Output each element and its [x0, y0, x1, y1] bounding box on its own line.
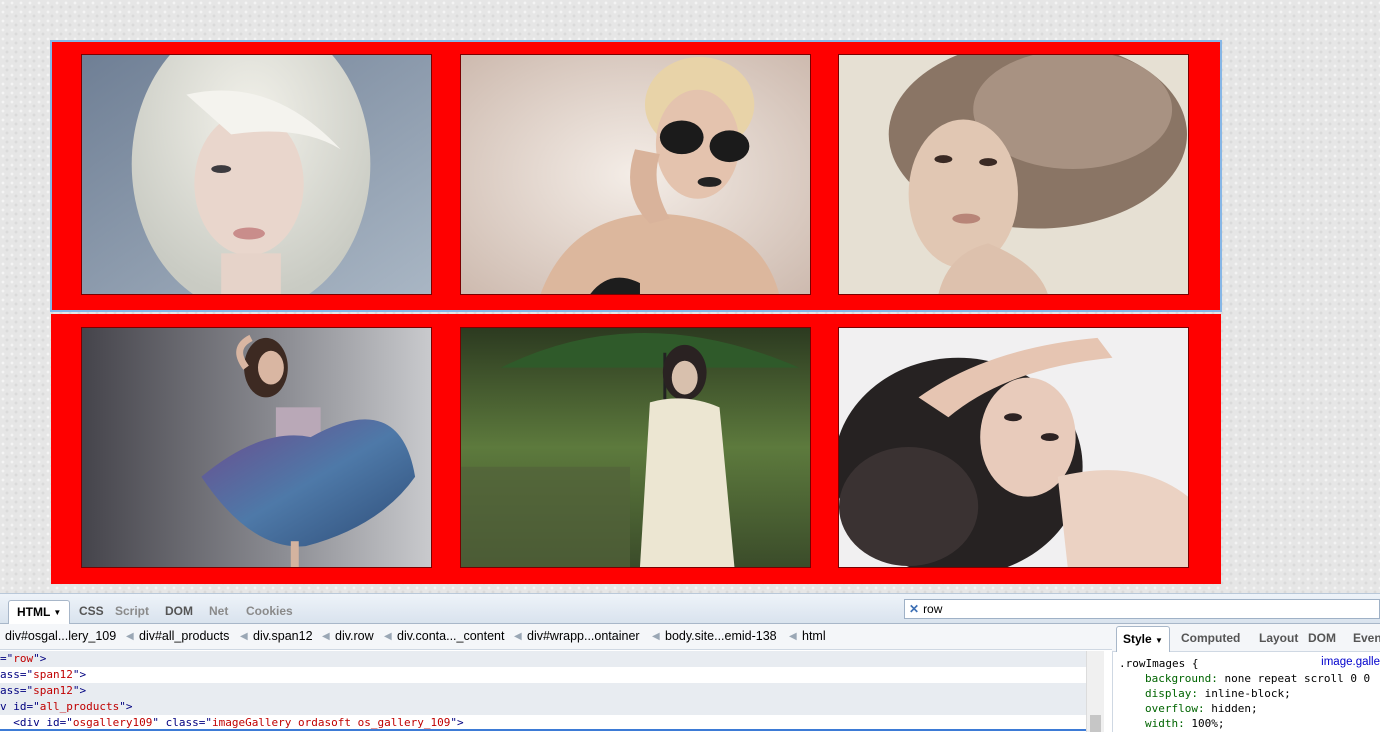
code-text: ">: [450, 716, 464, 729]
breadcrumb-item[interactable]: body.site...emid-138: [665, 624, 777, 649]
html-tree-line[interactable]: v id="all_products">: [0, 699, 1086, 715]
attribute-value: imageGallery ordasoft os_gallery_109: [211, 716, 451, 729]
breadcrumb-item[interactable]: div.conta..._content: [397, 624, 504, 649]
chevron-left-icon: ◀: [652, 631, 660, 642]
breadcrumb-item[interactable]: html: [802, 624, 826, 649]
side-tab-style-label: Style: [1123, 632, 1152, 646]
attribute-value: osgallery109: [72, 716, 153, 729]
code-text: ">: [72, 684, 87, 697]
chevron-left-icon: ◀: [514, 631, 522, 642]
side-tab-dom-label: DOM: [1308, 631, 1336, 645]
gallery-row-1: [50, 40, 1222, 312]
breadcrumb-item[interactable]: div.span12: [253, 624, 313, 649]
gallery-photo-umbrella[interactable]: [460, 327, 811, 568]
chevron-left-icon: ◀: [789, 631, 797, 642]
code-text: ">: [33, 652, 47, 665]
attribute-value: row: [13, 652, 34, 665]
css-rule[interactable]: overflow: hidden;: [1145, 701, 1258, 716]
tab-css-label: CSS: [79, 604, 104, 618]
side-tab-events-label: Even: [1353, 631, 1380, 645]
code-text: <div id=": [0, 716, 73, 729]
side-tab-computed[interactable]: Computed: [1181, 631, 1240, 645]
code-text: v id=": [0, 700, 40, 713]
html-tree-line-selected[interactable]: <div id="osgallery109" class="imageGalle…: [0, 715, 1086, 731]
scrollbar-thumb[interactable]: [1090, 715, 1101, 732]
css-property: overflow:: [1145, 702, 1205, 715]
tab-script[interactable]: Script: [109, 600, 155, 624]
gallery-photo-voluminous-hair[interactable]: [838, 54, 1189, 295]
css-rule[interactable]: background: none repeat scroll 0 0: [1145, 671, 1370, 686]
css-value: hidden;: [1211, 702, 1258, 715]
tab-net-label: Net: [209, 604, 229, 618]
tab-script-label: Script: [115, 604, 150, 618]
chevron-down-icon[interactable]: ▼: [1155, 636, 1163, 645]
side-panel-tab-bar: Style ▼ Computed Layout DOM Even: [1112, 624, 1380, 652]
gallery-photo-sunglasses[interactable]: [460, 54, 811, 295]
html-tree-pane: ="row"> ass="span12"> ass="span12"> v id…: [0, 651, 1086, 732]
css-property: background:: [1145, 672, 1218, 685]
attribute-value: span12: [33, 668, 73, 681]
chevron-down-icon[interactable]: ▼: [53, 608, 61, 617]
code-text: ">: [119, 700, 133, 713]
css-rule[interactable]: display: inline-block;: [1145, 686, 1291, 701]
chevron-left-icon: ◀: [384, 631, 392, 642]
tab-cookies-label: Cookies: [246, 604, 293, 618]
gallery-photo-curly-hair[interactable]: [838, 327, 1189, 568]
tab-dom[interactable]: DOM: [159, 600, 199, 624]
side-tab-computed-label: Computed: [1181, 631, 1241, 645]
tab-html[interactable]: HTML ▼: [8, 600, 71, 624]
tab-cookies[interactable]: Cookies: [240, 600, 299, 624]
css-value: none repeat scroll 0 0: [1224, 672, 1371, 685]
gallery-row-2: [51, 314, 1221, 584]
search-input[interactable]: ✕ row: [904, 599, 1380, 619]
html-tree-line[interactable]: ass="span12">: [0, 683, 1086, 699]
breadcrumb-item[interactable]: div#wrapp...ontainer: [527, 624, 640, 649]
code-text: " class=": [152, 716, 212, 729]
css-property: display:: [1145, 687, 1198, 700]
code-text: ass=": [0, 668, 34, 681]
breadcrumb-item[interactable]: div.row: [335, 624, 374, 649]
chevron-left-icon: ◀: [240, 631, 248, 642]
panel-tab-bar: HTML ▼ CSS Script DOM Net Cookies ✕ row: [0, 594, 1380, 624]
code-text: =": [0, 652, 14, 665]
firebug-panel: HTML ▼ CSS Script DOM Net Cookies ✕ row di…: [0, 593, 1380, 732]
tab-net[interactable]: Net: [203, 600, 234, 624]
chevron-left-icon: ◀: [322, 631, 330, 642]
css-selector[interactable]: .rowImages {: [1119, 656, 1198, 671]
css-value: 100%;: [1191, 717, 1225, 730]
chevron-left-icon: ◀: [126, 631, 134, 642]
css-property: width:: [1145, 717, 1185, 730]
html-tree-line[interactable]: ="row">: [0, 651, 1086, 667]
side-tab-dom[interactable]: DOM: [1308, 631, 1336, 645]
side-tab-layout-label: Layout: [1259, 631, 1299, 645]
css-value: inline-block;: [1204, 687, 1291, 700]
search-value: row: [923, 602, 943, 616]
side-tab-layout[interactable]: Layout: [1259, 631, 1298, 645]
breadcrumb-item[interactable]: div#all_products: [139, 624, 229, 649]
attribute-value: all_products: [39, 700, 120, 713]
css-source-link[interactable]: image.galle: [1321, 656, 1380, 668]
style-rules-pane: .rowImages { image.galle background: non…: [1112, 652, 1380, 732]
code-text: ">: [72, 668, 87, 681]
gallery-photo-blue-dress[interactable]: [81, 327, 432, 568]
breadcrumb-item[interactable]: div#osgal...lery_109: [5, 624, 116, 649]
tab-dom-label: DOM: [165, 604, 193, 618]
tab-html-label: HTML: [17, 605, 51, 619]
code-text: ass=": [0, 684, 34, 697]
html-pane-scrollbar[interactable]: [1086, 651, 1104, 732]
html-tree-line[interactable]: ass="span12">: [0, 667, 86, 683]
attribute-value: span12: [33, 684, 73, 697]
side-tab-events[interactable]: Even: [1353, 631, 1380, 645]
side-tab-style[interactable]: Style ▼: [1116, 626, 1170, 652]
tab-css[interactable]: CSS: [73, 600, 110, 624]
clear-search-icon[interactable]: ✕: [909, 602, 919, 616]
css-rule[interactable]: width: 100%;: [1145, 716, 1225, 731]
gallery-photo-platinum-blonde[interactable]: [81, 54, 432, 295]
